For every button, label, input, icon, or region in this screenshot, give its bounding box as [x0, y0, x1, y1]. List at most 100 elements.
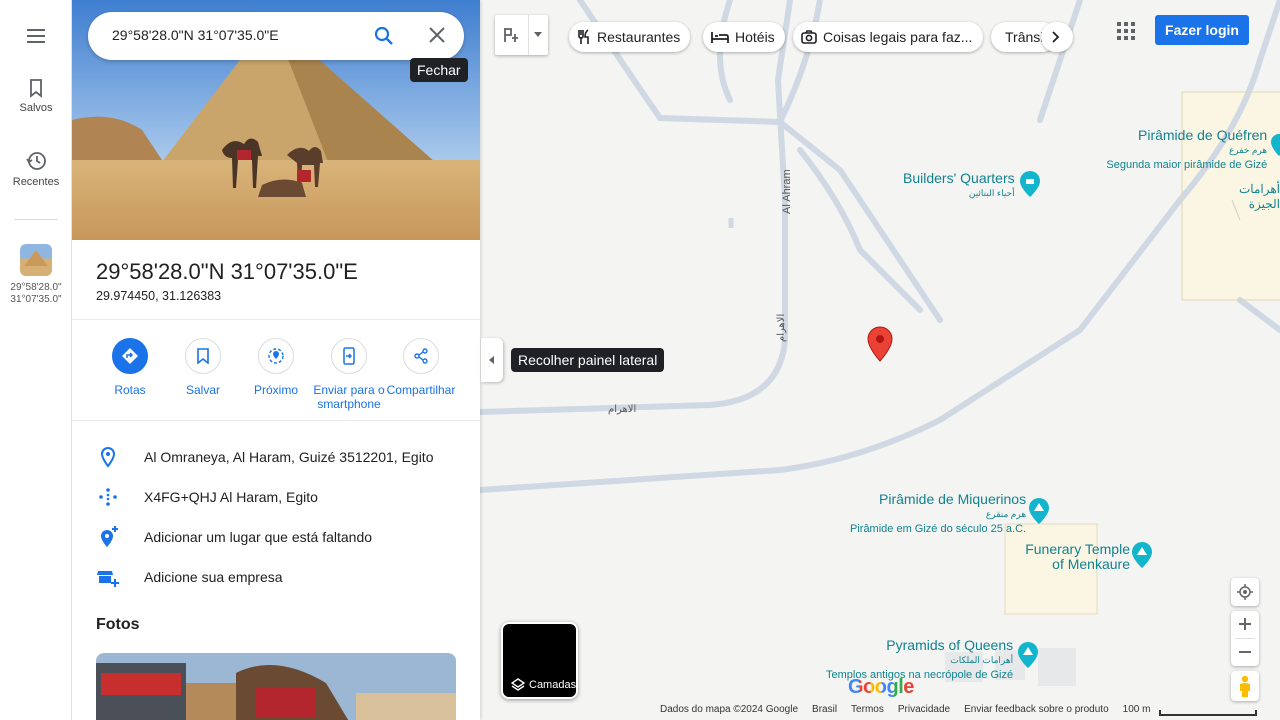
- poi-pin-icon: [1029, 498, 1049, 524]
- minus-icon: [1239, 651, 1251, 653]
- nearby-button[interactable]: Próximo: [236, 338, 316, 397]
- apps-grid-icon[interactable]: [1117, 22, 1135, 40]
- zoom-out-button[interactable]: [1231, 639, 1259, 666]
- recent-place-thumbnail: [20, 244, 52, 276]
- rail-divider: [14, 219, 58, 220]
- dropped-pin-icon[interactable]: [866, 326, 894, 362]
- search-button[interactable]: [374, 26, 394, 51]
- my-location-button[interactable]: [1231, 578, 1259, 606]
- poi-khafre-arabic: هرم خفرع: [1228, 145, 1268, 155]
- chip-restaurants[interactable]: Restaurantes: [569, 22, 691, 52]
- road-label-al-ahram: Al Ahram: [781, 169, 793, 214]
- my-location-icon: [1237, 584, 1253, 600]
- poi-pin-icon: [1271, 134, 1280, 156]
- region-link[interactable]: Brasil: [812, 704, 837, 715]
- divider: [72, 420, 480, 421]
- google-logo-text: Google: [848, 676, 914, 698]
- restaurant-icon: [578, 29, 589, 44]
- collapse-tooltip: Recolher painel lateral: [511, 348, 665, 372]
- saved-label: Salvos: [19, 102, 53, 114]
- bookmark-icon: [197, 348, 209, 364]
- location-pin-icon: [100, 446, 116, 468]
- add-business-text: Adicione sua empresa: [144, 569, 283, 585]
- chip-restaurants-label: Restaurantes: [597, 29, 681, 45]
- poi-builders[interactable]: Builders' Quarters أحياء البنائين: [903, 171, 1015, 201]
- chip-things-to-do[interactable]: Coisas legais para faz...: [793, 22, 983, 52]
- collapse-panel-button[interactable]: [481, 338, 503, 382]
- poi-khafre-name: Pirâmide de Quéfren: [1138, 127, 1268, 143]
- send-to-phone-icon: [343, 347, 355, 365]
- directions-mode-toggle[interactable]: [495, 15, 548, 55]
- directions-icon: [122, 348, 138, 364]
- street-view-pegman[interactable]: [1231, 671, 1259, 701]
- plus-code-text: X4FG+QHJ Al Haram, Egito: [144, 489, 318, 505]
- save-button[interactable]: Salvar: [163, 338, 243, 397]
- recent-button[interactable]: Recentes: [0, 150, 72, 188]
- poi-khafre[interactable]: Pirâmide de Quéfren هرم خفرع Segunda mai…: [1080, 128, 1267, 173]
- poi-pin-icon: [1018, 642, 1038, 668]
- camera-icon: [801, 30, 817, 44]
- history-icon: [26, 152, 46, 170]
- send-to-phone-label: Enviar para o smartphone: [313, 383, 385, 411]
- save-label: Salvar: [185, 383, 220, 397]
- poi-giza-pyramids-arabic[interactable]: أهرامات الجيزة: [1238, 182, 1280, 212]
- poi-builders-name: Builders' Quarters: [903, 170, 1015, 186]
- plus-icon: [1239, 618, 1251, 630]
- google-logo: Google: [848, 676, 914, 699]
- recent-place-line2: 31°07'35.0": [10, 294, 62, 305]
- poi-menkaure[interactable]: Pirâmide de Miquerinos هرم منقرع Pirâmid…: [850, 492, 1026, 537]
- login-button[interactable]: Fazer login: [1155, 15, 1249, 45]
- menu-button[interactable]: [0, 26, 72, 50]
- road-label-arabic-vertical: الاهرام: [776, 313, 787, 342]
- chevron-down-icon[interactable]: [534, 32, 542, 38]
- directions-label: Rotas: [114, 383, 146, 397]
- chevron-right-icon: [1052, 31, 1060, 43]
- search-input[interactable]: 29°58'28.0"N 31°07'35.0"E: [112, 27, 279, 43]
- terms-link[interactable]: Termos: [851, 704, 884, 715]
- saved-button[interactable]: Salvos: [0, 78, 72, 114]
- add-business-icon: [97, 571, 119, 587]
- caret-left-icon: [489, 356, 494, 364]
- pegman-icon: [1240, 675, 1250, 697]
- poi-temple-name: Funerary Temple of Menkaure: [1025, 541, 1130, 572]
- scale-bar: [1159, 710, 1257, 716]
- map-data-credit: Dados do mapa ©2024 Google: [660, 704, 799, 715]
- poi-queens-arabic: أهرامات الملكات: [950, 655, 1014, 665]
- share-button[interactable]: Compartilhar: [381, 338, 461, 397]
- bed-icon: [711, 32, 729, 43]
- add-location-icon: [101, 526, 118, 547]
- zoom-in-button[interactable]: [1231, 611, 1259, 638]
- road-label-arabic: الاهرام: [608, 404, 637, 415]
- chip-hotels-label: Hotéis: [735, 29, 775, 45]
- share-label: Compartilhar: [386, 383, 456, 397]
- layers-button[interactable]: Camadas: [501, 622, 578, 699]
- nearby-label: Próximo: [253, 383, 298, 397]
- close-icon: [429, 27, 445, 43]
- poi-menkaure-sub: Pirâmide em Gizé do século 25 a.C.: [850, 523, 1027, 535]
- address-text: Al Omraneya, Al Haram, Guizé 3512201, Eg…: [144, 449, 434, 465]
- add-business-row[interactable]: Adicione sua empresa: [72, 557, 480, 597]
- poi-funerary-temple[interactable]: Funerary Temple of Menkaure: [1020, 542, 1130, 572]
- feedback-link[interactable]: Enviar feedback sobre o produto: [964, 704, 1109, 715]
- chips-next-button[interactable]: [1041, 22, 1073, 52]
- add-place-row[interactable]: Adicionar um lugar que está faltando: [72, 517, 480, 557]
- poi-builders-arabic: أحياء البنائين: [968, 188, 1015, 198]
- plus-code-row[interactable]: X4FG+QHJ Al Haram, Egito: [72, 477, 480, 517]
- photo-thumbnail[interactable]: [96, 653, 456, 720]
- place-coordinates: 29.974450, 31.126383: [96, 289, 222, 303]
- send-to-phone-button[interactable]: Enviar para o smartphone: [309, 338, 389, 411]
- address-row[interactable]: Al Omraneya, Al Haram, Guizé 3512201, Eg…: [72, 437, 480, 477]
- nearby-icon: [268, 348, 284, 364]
- map-footer: Dados do mapa ©2024 Google Brasil Termos…: [660, 704, 1150, 715]
- recent-place-item[interactable]: 29°58'28.0" 31°07'35.0": [0, 244, 72, 306]
- chip-hotels[interactable]: Hotéis: [703, 22, 785, 52]
- hamburger-icon: [27, 29, 45, 43]
- search-box[interactable]: 29°58'28.0"N 31°07'35.0"E: [88, 12, 464, 60]
- close-search-button[interactable]: [428, 26, 446, 49]
- directions-button[interactable]: Rotas: [90, 338, 170, 397]
- privacy-link[interactable]: Privacidade: [898, 704, 950, 715]
- plus-code-icon: [99, 488, 117, 506]
- transit-directions-icon: [504, 28, 518, 42]
- recent-place-line1: 29°58'28.0": [10, 282, 62, 293]
- scale-label[interactable]: 100 m: [1123, 704, 1151, 715]
